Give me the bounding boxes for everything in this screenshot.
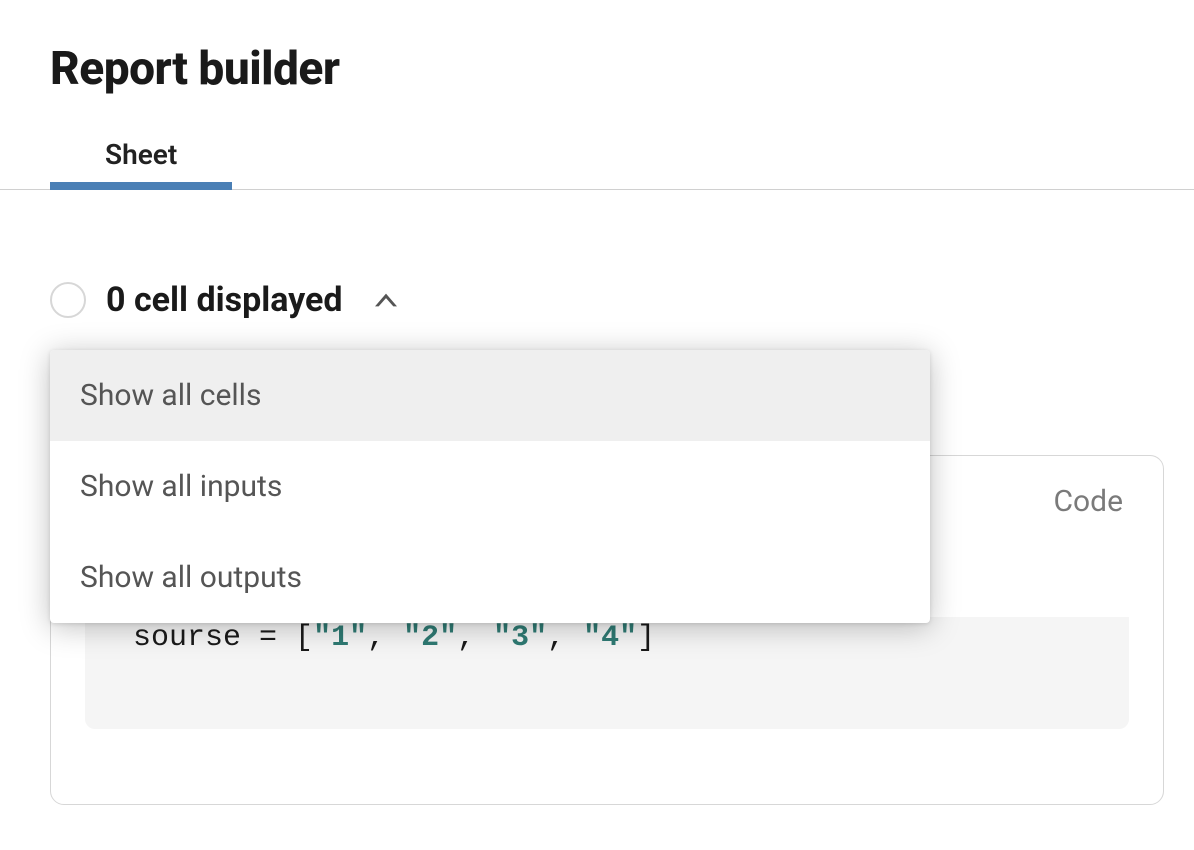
cell-count-label: 0 cell displayed (106, 280, 343, 320)
code-sep: , (547, 621, 583, 655)
count-circle-icon (50, 282, 86, 318)
code-var: sourse (133, 621, 241, 655)
code-string-2: "3" (493, 621, 547, 655)
dropdown-item-show-all-inputs[interactable]: Show all inputs (50, 441, 930, 532)
code-string-3: "4" (583, 621, 637, 655)
cell-count-dropdown-trigger[interactable]: 0 cell displayed (50, 280, 1164, 320)
code-open-bracket: [ (295, 621, 313, 655)
dropdown-item-show-all-cells[interactable]: Show all cells (50, 350, 930, 441)
page-title: Report builder (0, 0, 1194, 96)
code-sep: , (457, 621, 493, 655)
code-string-1: "2" (403, 621, 457, 655)
tab-sheet[interactable]: Sheet (50, 124, 232, 189)
code-sep: , (367, 621, 403, 655)
code-eq: = (241, 621, 295, 655)
code-editor[interactable]: sourse = ["1", "2", "3", "4"] (85, 617, 1129, 729)
content-area: 0 cell displayed Code sourse = ["1", "2"… (0, 190, 1194, 320)
cell-display-dropdown: Show all cells Show all inputs Show all … (50, 350, 930, 623)
chevron-up-icon (375, 293, 397, 307)
code-close-bracket: ] (637, 621, 655, 655)
cell-type-label: Code (1054, 484, 1123, 519)
code-string-0: "1" (313, 621, 367, 655)
tabs-bar: Sheet (0, 124, 1194, 190)
dropdown-item-show-all-outputs[interactable]: Show all outputs (50, 532, 930, 623)
